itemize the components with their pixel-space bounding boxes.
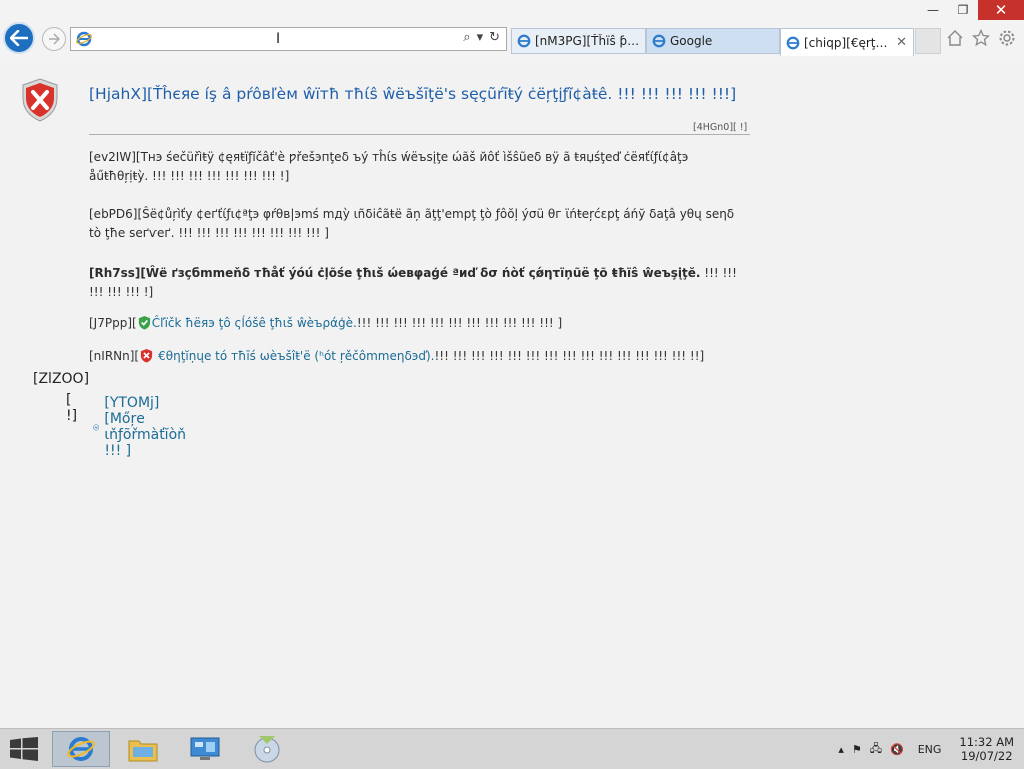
continue-website-link[interactable]: €θηţĭņųе tó тħīś ωèъšîŧ'ё (ʰót ŗěčômmеηδ… <box>158 349 434 363</box>
expand-chevron-icon <box>93 423 100 431</box>
more-information-link[interactable]: [YTOMj][Mőŗе ιňƒõřmàťĭòň !!! ] <box>104 395 194 459</box>
address-tools: ⌕ ▾ ↻ <box>463 30 500 45</box>
more-info-id: [ZlZOO] <box>33 371 90 387</box>
internet-explorer-icon <box>67 737 95 761</box>
link-prefix: [J7Ppp][ <box>89 315 137 330</box>
tab-label: [chiqp][€ęrţïfi... <box>804 35 891 50</box>
recommendation-text: [Rh7ss][Ŵë ґзçбmmеňδ тħåť ýóú ċļõśе ţħιš… <box>89 266 701 280</box>
close-tab-icon[interactable]: ✕ <box>896 35 907 50</box>
minimize-button[interactable]: — <box>918 0 948 20</box>
restore-button[interactable]: ❐ <box>948 0 978 20</box>
ref-code: [4HGn0][ !] <box>693 122 748 133</box>
text-cursor: I <box>276 31 281 47</box>
address-bar[interactable]: I ⌕ ▾ ↻ <box>70 27 507 51</box>
close-webpage-link[interactable]: Ĉľïčk ħёяэ ţô ςĺόšê ţħιš ŵèъράģè. <box>152 316 357 330</box>
system-tray: ▴ ⚑ 🖧 🔇 ENG 11:32 AM 19/07/22 <box>834 729 1024 769</box>
ie-page-icon <box>76 31 92 47</box>
window-controls: — ❐ ✕ <box>918 0 1024 20</box>
close-window-button[interactable]: ✕ <box>978 0 1024 20</box>
back-arrow-icon <box>10 30 28 46</box>
language-indicator[interactable]: ENG <box>918 743 942 756</box>
taskbar-control-panel[interactable] <box>176 731 234 767</box>
back-button[interactable] <box>3 22 35 54</box>
action-center-flag-icon[interactable]: ⚑ <box>852 743 862 756</box>
ie-tab-icon <box>652 34 666 48</box>
cert-problem-paragraph: [ebPD6][Ŝë¢ůŗìťy ¢еґťίƒι¢ªţэ φŕθв|эmś mд… <box>89 207 735 240</box>
show-hidden-icons-icon[interactable]: ▴ <box>838 743 844 756</box>
page-title: [HjahX][Ťĥєяе íş â рŕôвľèм ŵїтħ тħίŝ ŵëъ… <box>89 85 737 103</box>
page-content: [HjahX][Ťĥєяе íş â рŕôвľèм ŵїтħ тħίŝ ŵëъ… <box>0 58 1024 728</box>
green-shield-check-icon <box>138 315 150 330</box>
search-icon[interactable]: ⌕ <box>463 30 470 45</box>
forward-button[interactable] <box>42 27 66 51</box>
link-prefix: [nIRNn][ <box>89 348 140 363</box>
tab-label: Google <box>670 34 713 48</box>
control-panel-icon <box>190 737 220 760</box>
dropdown-icon[interactable]: ▾ <box>477 30 484 45</box>
ie-tab-icon <box>517 34 531 48</box>
clock-time: 11:32 AM <box>959 735 1014 749</box>
link-tail: !!! !!! !!! !!! !!! !!! !!! !!! !!! !!! … <box>356 315 563 330</box>
more-info-id-tail: [ !] <box>66 392 78 424</box>
ie-tab-icon <box>786 36 800 49</box>
home-icon[interactable] <box>946 29 964 47</box>
browser-chrome: — ❐ ✕ I ⌕ ▾ ↻ [nM3PG][Ťĥïŝ ƥąğ... Google… <box>0 0 1024 58</box>
link-tail: !!! !!! !!! !!! !!! !!! !!! !!! !!! !!! … <box>434 348 705 363</box>
taskbar-media-center[interactable] <box>238 731 296 767</box>
tab-2[interactable]: Google <box>646 28 780 54</box>
network-icon[interactable]: 🖧 <box>870 740 882 759</box>
divider <box>89 134 750 135</box>
cert-issuer-paragraph: [ev2IW][Тнэ śеčüřìŧÿ ¢ęяŧїƒĭčâť'è ƿřеšэп… <box>89 150 689 183</box>
taskbar: ▴ ⚑ 🖧 🔇 ENG 11:32 AM 19/07/22 <box>0 728 1024 769</box>
security-shield-error-icon <box>22 78 58 122</box>
red-shield-x-icon <box>140 348 153 363</box>
tab-1[interactable]: [nM3PG][Ťĥïŝ ƥąğ... <box>511 28 646 54</box>
tab-3-active[interactable]: [chiqp][€ęrţïfi... ✕ <box>780 28 914 56</box>
forward-arrow-icon <box>49 33 60 45</box>
browser-right-icons <box>946 29 1016 47</box>
continue-website-row: [nIRNn][ €θηţĭņųе tó тħīś ωèъšîŧ'ё (ʰót … <box>89 348 704 363</box>
more-info-toggle[interactable]: [YTOMj][Mőŗе ιňƒõřmàťĭòň !!! ] <box>93 395 195 459</box>
folder-icon <box>128 740 158 762</box>
media-disc-icon <box>254 736 280 763</box>
tab-label: [nM3PG][Ťĥïŝ ƥąğ... <box>535 34 645 48</box>
clock-date: 19/07/22 <box>960 749 1013 763</box>
close-webpage-row: [J7Ppp][ Ĉľïčk ħёяэ ţô ςĺόšê ţħιš ŵèъράģ… <box>89 315 562 330</box>
taskbar-internet-explorer[interactable] <box>52 731 110 767</box>
taskbar-file-explorer[interactable] <box>114 731 172 767</box>
volume-muted-icon[interactable]: 🔇 <box>890 743 904 756</box>
settings-gear-icon[interactable] <box>998 29 1016 47</box>
url-input[interactable] <box>95 30 419 50</box>
refresh-icon[interactable]: ↻ <box>489 30 500 45</box>
windows-start-icon[interactable] <box>10 737 38 761</box>
recommendation-paragraph: [Rh7ss][Ŵë ґзçбmmеňδ тħåť ýóú ċļõśе ţħιš… <box>89 264 749 302</box>
clock[interactable]: 11:32 AM 19/07/22 <box>959 735 1014 763</box>
favorites-star-icon[interactable] <box>972 29 990 47</box>
new-tab-button[interactable] <box>915 28 941 54</box>
